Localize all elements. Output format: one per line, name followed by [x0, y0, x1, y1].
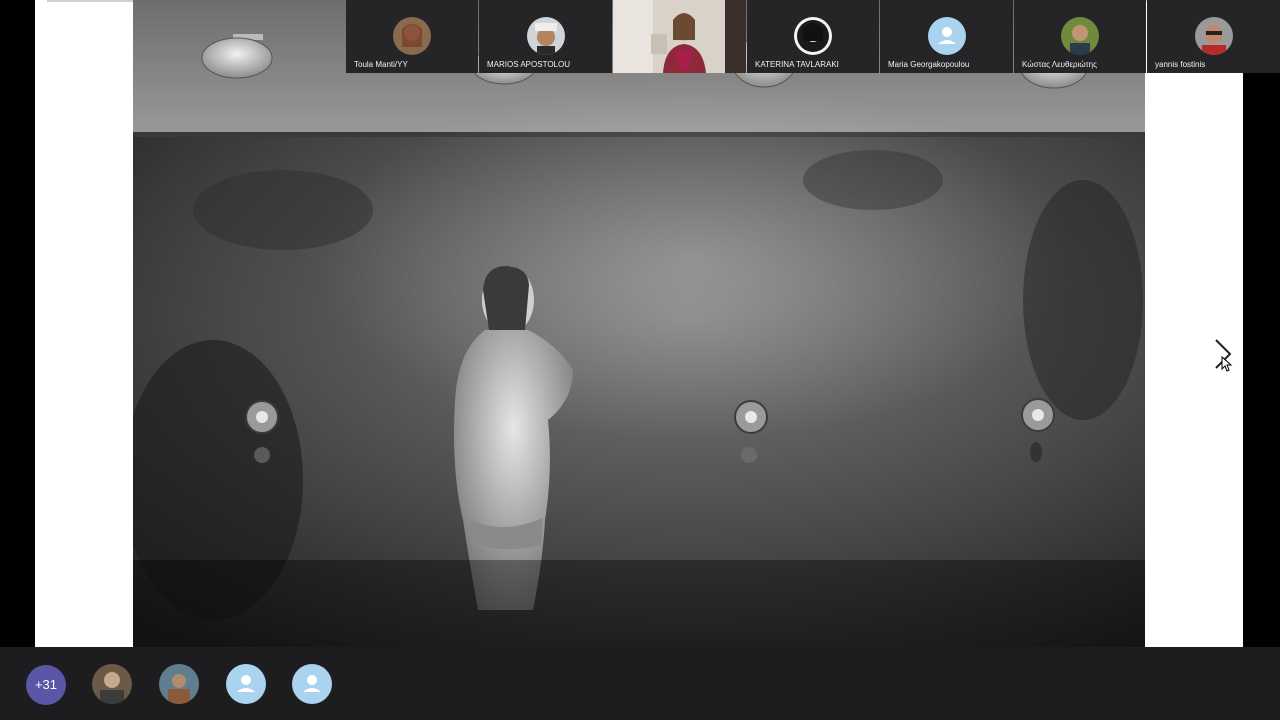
participant-avatar: [393, 17, 431, 55]
person-icon: [303, 675, 321, 692]
participant-tile[interactable]: KATERINA TAVLARAKI: [747, 0, 879, 73]
participant-name: KATERINA TAVLARAKI: [755, 60, 839, 69]
participant-avatar: [927, 17, 966, 55]
participant-avatar: [526, 17, 565, 55]
participant-tile[interactable]: yannis fostinis: [1147, 0, 1280, 73]
participant-name: Maria Georgakopoulou: [888, 60, 970, 69]
participant-avatar[interactable]: [292, 664, 332, 704]
participant-avatar[interactable]: [92, 664, 132, 704]
participant-name: Toula Manti/YY: [354, 60, 408, 69]
participant-tile[interactable]: Κώστας Λευθεριώτης: [1014, 0, 1146, 73]
photo-avatar-icon: [1061, 17, 1099, 55]
slide-photo: [133, 0, 1145, 647]
participant-avatar[interactable]: [226, 664, 266, 704]
participant-avatar[interactable]: [159, 664, 199, 704]
photo-avatar-icon: [794, 17, 832, 55]
participant-name: Κώστας Λευθεριώτης: [1022, 60, 1097, 69]
participant-avatar: [794, 17, 832, 55]
participant-avatar: [1061, 17, 1099, 55]
participant-tile[interactable]: Maria Georgakopoulou: [880, 0, 1013, 73]
video-feed: [613, 0, 746, 73]
participant-name: MARIOS APOSTOLOU: [487, 60, 570, 69]
mouse-cursor-icon: [1221, 356, 1233, 372]
participant-tile[interactable]: Toula Manti/YY: [346, 0, 478, 73]
photo-avatar-icon: [159, 664, 199, 704]
photo-avatar-icon: [92, 664, 132, 704]
photo-avatar-icon: [526, 17, 565, 55]
participant-avatar: [1194, 17, 1233, 55]
photo-avatar-icon: [1194, 17, 1233, 55]
more-participants-badge[interactable]: +31: [26, 665, 66, 705]
shower-photo-illustration: [133, 0, 1145, 647]
participant-video-tile[interactable]: [613, 0, 746, 73]
person-icon: [937, 27, 956, 44]
photo-avatar-icon: [393, 17, 431, 55]
person-icon: [237, 675, 255, 692]
participant-tile[interactable]: MARIOS APOSTOLOU: [479, 0, 612, 73]
participant-name: yannis fostinis: [1155, 60, 1206, 69]
